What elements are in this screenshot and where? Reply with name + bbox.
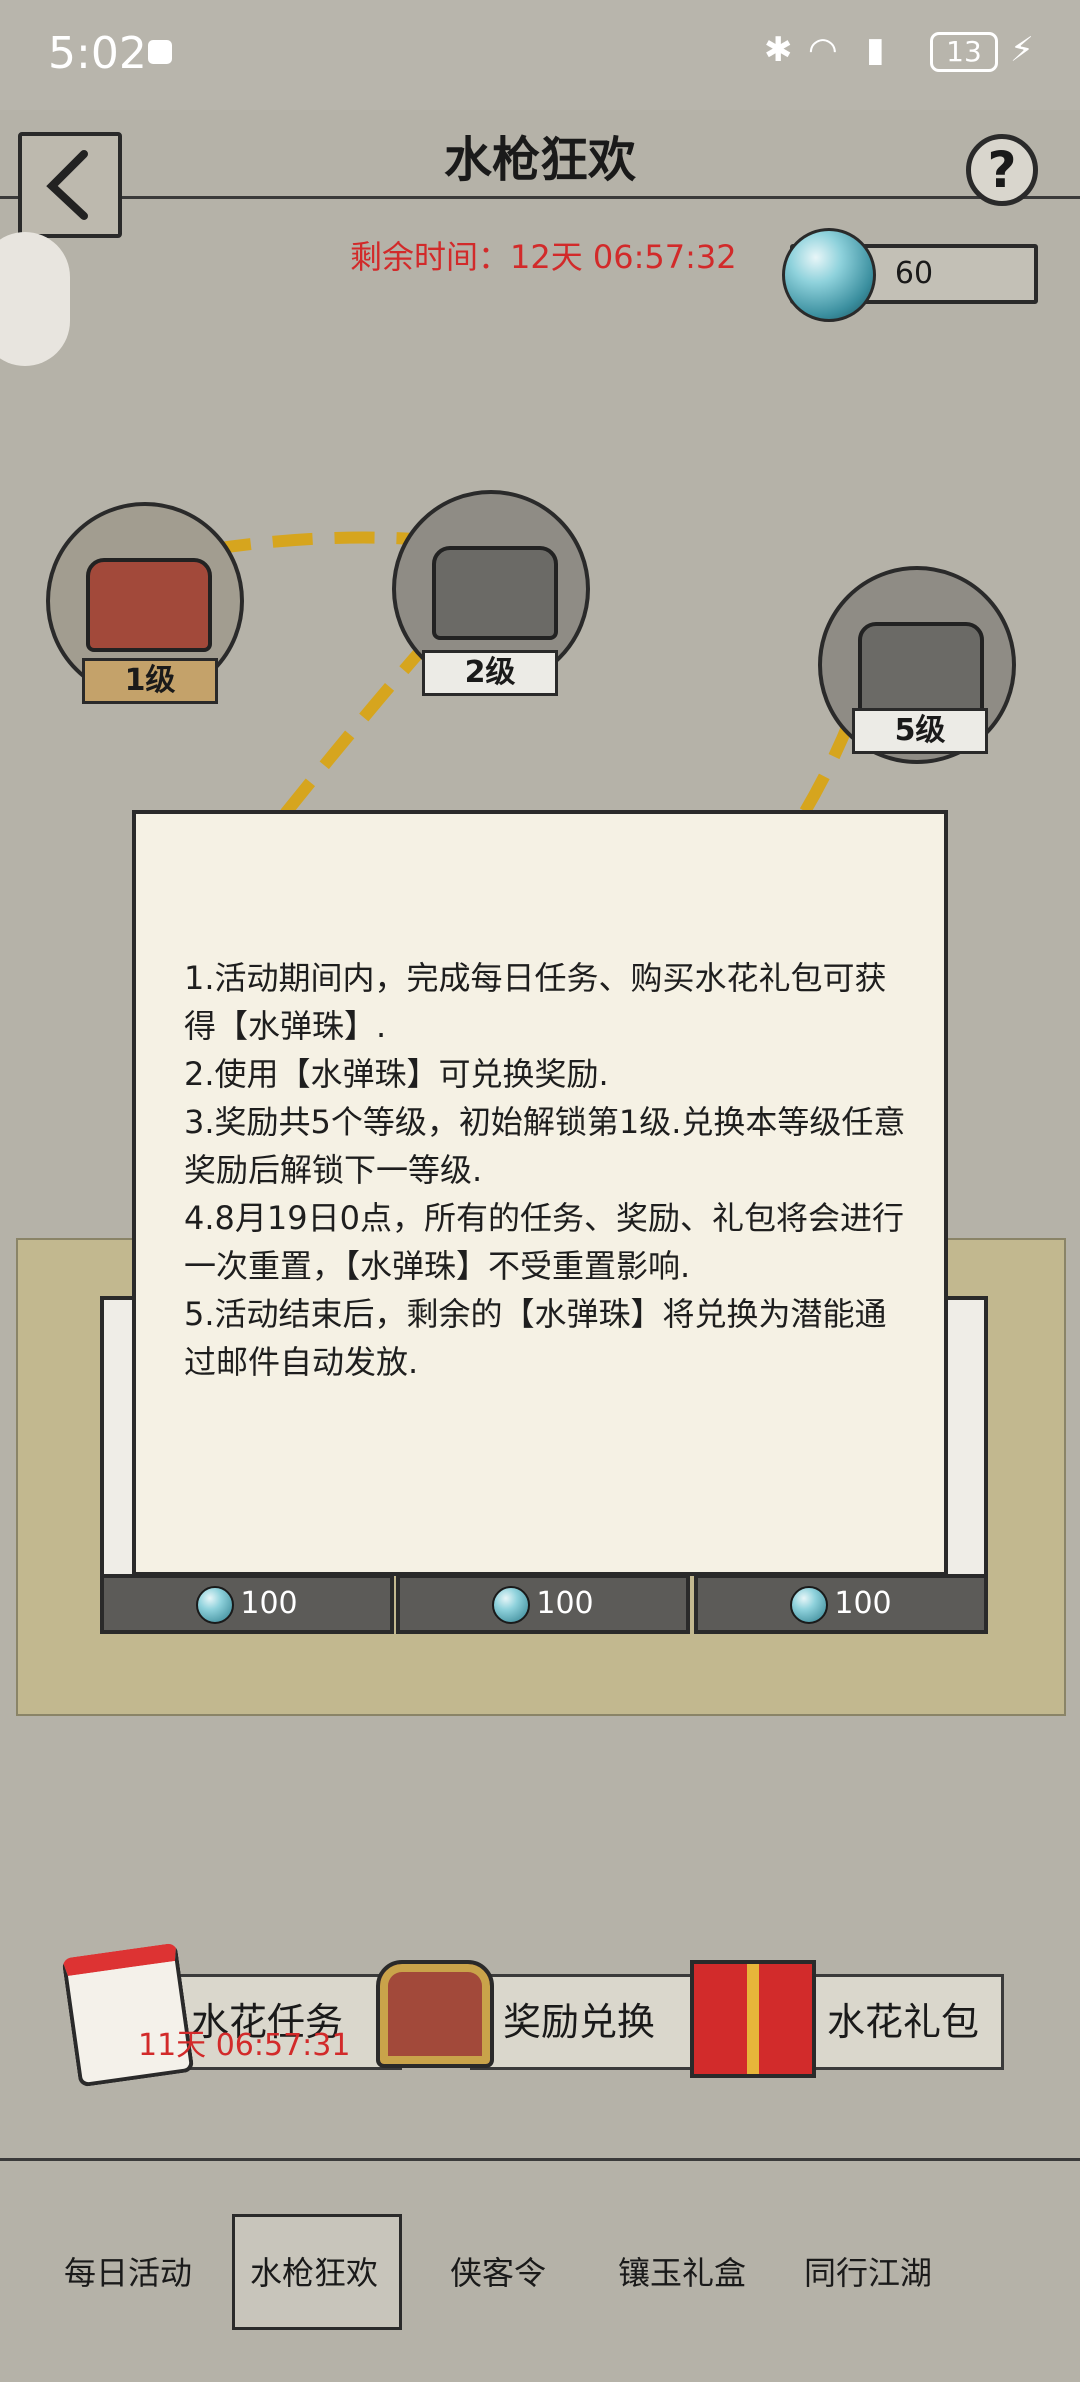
reward-exchange-button[interactable]: 奖励兑换 bbox=[470, 1974, 696, 2070]
cost-value: 100 bbox=[240, 1586, 298, 1621]
treasure-chest-icon bbox=[376, 1960, 494, 2068]
treasure-chest-icon bbox=[432, 546, 558, 640]
reward-exchange-label: 奖励兑换 bbox=[503, 2000, 656, 2044]
tab-hero-pass[interactable]: 侠客令 bbox=[450, 2248, 546, 2294]
wifi-icon: ◠ bbox=[808, 30, 838, 70]
tab-water-gun-carnival[interactable]: 水枪狂欢 bbox=[250, 2248, 378, 2294]
rule-item: 2.使用【水弹珠】可兑换奖励. bbox=[184, 1055, 609, 1093]
tab-jade-giftbox[interactable]: 镶玉礼盒 bbox=[618, 2248, 746, 2294]
help-button[interactable]: ? bbox=[966, 134, 1038, 206]
water-pearl-icon bbox=[492, 1585, 531, 1624]
reward-cost-3: 100 bbox=[694, 1574, 988, 1634]
rules-list: 1.活动期间内，完成每日任务、购买水花礼包可获得【水弹珠】. 2.使用【水弹珠】… bbox=[184, 954, 914, 1386]
tab-daily-activity[interactable]: 每日活动 bbox=[64, 2248, 192, 2294]
reward-cost-1: 100 bbox=[100, 1574, 394, 1634]
water-gift-button[interactable]: 水花礼包 bbox=[800, 1974, 1004, 2070]
page-title: 水枪狂欢 bbox=[443, 132, 636, 188]
tab-fellow-travelers[interactable]: 同行江湖 bbox=[804, 2248, 932, 2294]
charging-icon: ⚡ bbox=[1010, 30, 1034, 70]
level-5-label: 5级 bbox=[852, 708, 988, 754]
event-timer: 剩余时间：12天 06:57:32 bbox=[350, 238, 737, 276]
nav-divider bbox=[0, 2158, 1080, 2161]
gift-box-icon bbox=[690, 1960, 816, 2078]
task-countdown: 11天 06:57:31 bbox=[138, 2028, 351, 2063]
water-pearl-icon bbox=[790, 1585, 829, 1624]
treasure-chest-icon bbox=[858, 622, 984, 716]
rule-item: 1.活动期间内，完成每日任务、购买水花礼包可获得【水弹珠】. bbox=[184, 959, 887, 1045]
battery-indicator: 13 bbox=[930, 32, 998, 72]
status-clock: 5:02 bbox=[48, 28, 147, 79]
treasure-chest-icon bbox=[86, 558, 212, 652]
water-pearl-icon bbox=[196, 1585, 235, 1624]
header-divider bbox=[0, 196, 1080, 199]
water-gift-label: 水花礼包 bbox=[827, 2000, 980, 2044]
notification-icon bbox=[148, 40, 172, 64]
rules-dialog[interactable]: 1.活动期间内，完成每日任务、购买水花礼包可获得【水弹珠】. 2.使用【水弹珠】… bbox=[132, 810, 948, 1576]
rule-item: 4.8月19日0点，所有的任务、奖励、礼包将会进行一次重置，【水弹珠】不受重置影… bbox=[184, 1199, 904, 1285]
calendar-icon bbox=[61, 1942, 195, 2088]
bluetooth-icon: ✱ bbox=[764, 30, 793, 70]
cost-value: 100 bbox=[834, 1586, 892, 1621]
level-2-label: 2级 bbox=[422, 650, 558, 696]
rule-item: 5.活动结束后，剩余的【水弹珠】将兑换为潜能通过邮件自动发放. bbox=[184, 1295, 887, 1381]
reward-cost-2: 100 bbox=[396, 1574, 690, 1634]
signal-icon: ▮ bbox=[866, 30, 885, 70]
cost-value: 100 bbox=[536, 1586, 594, 1621]
level-1-label: 1级 bbox=[82, 658, 218, 704]
rule-item: 3.奖励共5个等级，初始解锁第1级.兑换本等级任意奖励后解锁下一等级. bbox=[184, 1103, 906, 1189]
